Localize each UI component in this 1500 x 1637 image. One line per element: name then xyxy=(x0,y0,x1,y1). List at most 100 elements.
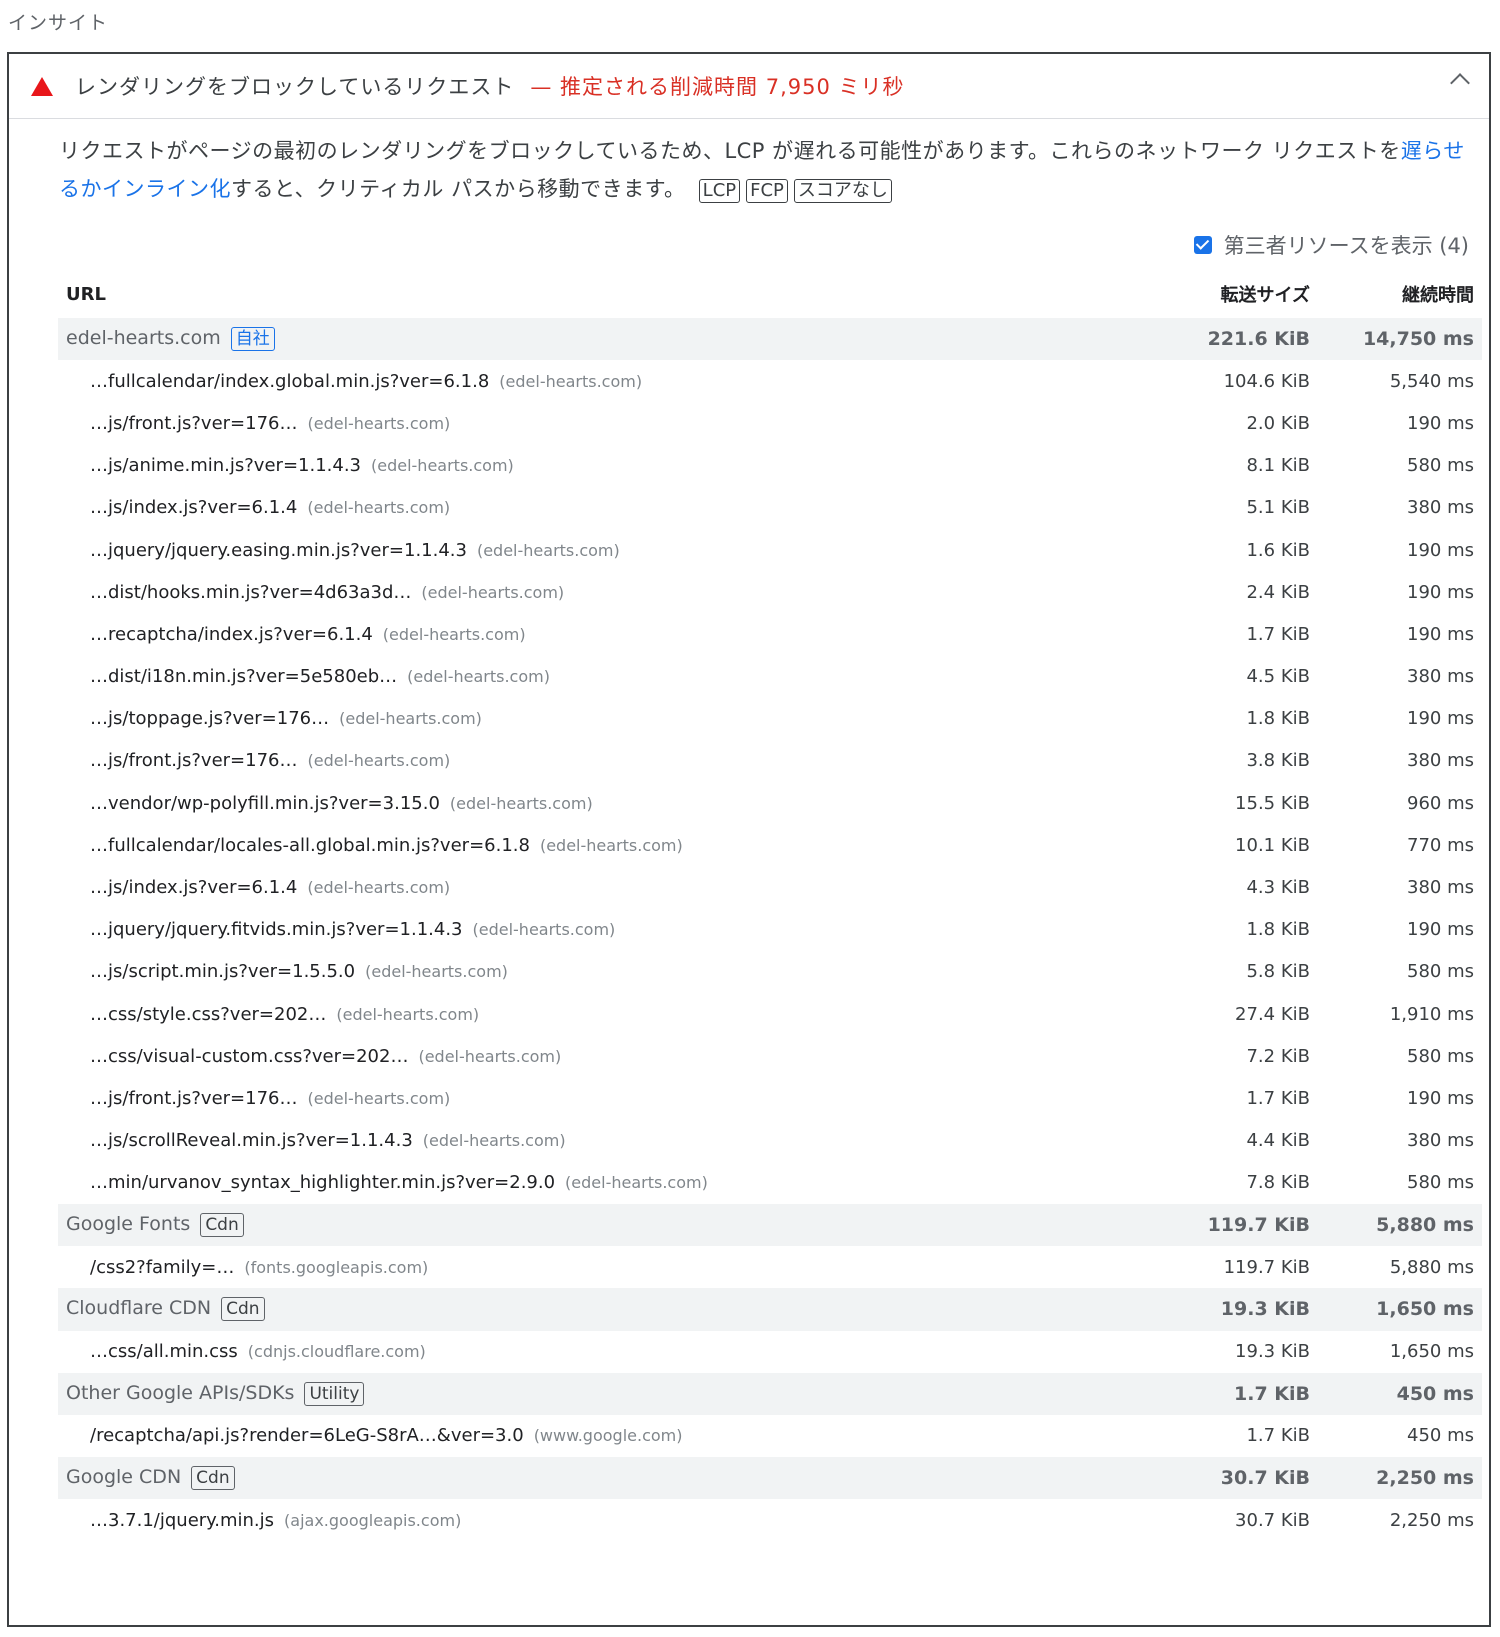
tag-fcp: FCP xyxy=(746,179,788,203)
transfer-size-cell: 1.7 KiB xyxy=(1246,623,1310,645)
request-url[interactable]: …min/urvanov_syntax_highlighter.min.js?v… xyxy=(90,1172,555,1193)
duration-cell: 190 ms xyxy=(1407,412,1474,434)
request-url[interactable]: …js/toppage.js?ver=176… xyxy=(90,708,329,729)
duration-cell: 450 ms xyxy=(1396,1382,1474,1405)
request-url[interactable]: /css2?family=… xyxy=(90,1257,234,1278)
duration-cell: 380 ms xyxy=(1407,750,1474,772)
table-row[interactable]: …js/script.min.js?ver=1.5.5.0 (edel-heart… xyxy=(58,951,1482,993)
request-host: (edel-hearts.com) xyxy=(336,1004,480,1024)
section-title: インサイト xyxy=(8,12,109,34)
request-host: (cdnjs.cloudflare.com) xyxy=(247,1342,426,1362)
duration-cell: 190 ms xyxy=(1407,623,1474,645)
checkbox-checked-icon[interactable] xyxy=(1193,236,1212,254)
table-row[interactable]: …fullcalendar/index.global.min.js?ver=6.… xyxy=(58,360,1482,402)
url-cell: …js/front.js?ver=176… (edel-hearts.com) xyxy=(58,750,1150,771)
request-host: (ajax.googleapis.com) xyxy=(284,1510,462,1530)
request-url[interactable]: …fullcalendar/index.global.min.js?ver=6.… xyxy=(90,371,489,392)
column-transfer-size: 転送サイズ xyxy=(1220,285,1310,306)
transfer-size-cell: 30.7 KiB xyxy=(1235,1509,1310,1531)
table-row[interactable]: …fullcalendar/locales-all.global.min.js?… xyxy=(58,824,1482,866)
request-url[interactable]: …jquery/jquery.easing.min.js?ver=1.1.4.3 xyxy=(90,540,467,561)
request-url[interactable]: …css/style.css?ver=202… xyxy=(90,1004,326,1025)
table-row[interactable]: …js/index.js?ver=6.1.4 (edel-hearts.com) 5… xyxy=(58,487,1482,529)
table-row[interactable]: /css2?family=… (fonts.googleapis.com) 119.… xyxy=(58,1246,1482,1288)
transfer-size-cell: 221.6 KiB xyxy=(1207,328,1310,351)
table-row[interactable]: …js/front.js?ver=176… (edel-hearts.com) 3.… xyxy=(58,740,1482,782)
request-host: (edel-hearts.com) xyxy=(449,793,593,813)
table-row[interactable]: …vendor/wp-polyfill.min.js?ver=3.15.0 (ed… xyxy=(58,782,1482,824)
transfer-size-cell: 8.1 KiB xyxy=(1246,455,1310,477)
entity-group-row: Google Fonts Cdn 119.7 KiB 5,880 ms xyxy=(58,1203,1482,1247)
duration-cell: 190 ms xyxy=(1407,539,1474,561)
transfer-size-cell: 27.4 KiB xyxy=(1235,1003,1310,1025)
entity-group-row: Other Google APIs/SDKs Utility 1.7 KiB 450 … xyxy=(58,1372,1482,1415)
table-row[interactable]: …css/visual-custom.css?ver=202… (edel-hea… xyxy=(58,1035,1482,1077)
duration-cell: 380 ms xyxy=(1407,497,1474,519)
request-url[interactable]: …js/anime.min.js?ver=1.1.4.3 xyxy=(90,455,361,476)
request-url[interactable]: …js/scrollReveal.min.js?ver=1.1.4.3 xyxy=(90,1130,413,1151)
transfer-size-cell: 5.1 KiB xyxy=(1246,497,1310,519)
chevron-up-icon[interactable] xyxy=(1450,73,1470,93)
entity-group-row: Cloudflare CDN Cdn 19.3 KiB 1,650 ms xyxy=(58,1288,1482,1331)
table-row[interactable]: …js/scrollReveal.min.js?ver=1.1.4.3 (edel… xyxy=(58,1120,1482,1162)
table-row[interactable]: …js/toppage.js?ver=176… (edel-hearts.com)… xyxy=(58,698,1482,740)
request-url[interactable]: …vendor/wp-polyfill.min.js?ver=3.15.0 xyxy=(90,793,440,814)
duration-cell: 190 ms xyxy=(1407,919,1474,941)
request-url[interactable]: …js/index.js?ver=6.1.4 xyxy=(90,877,297,898)
duration-cell: 960 ms xyxy=(1407,792,1474,814)
table-row[interactable]: …dist/hooks.min.js?ver=4d63a3d… (edel-hea… xyxy=(58,571,1482,613)
request-url[interactable]: …dist/i18n.min.js?ver=5e580eb… xyxy=(90,666,397,687)
transfer-size-cell: 1.7 KiB xyxy=(1234,1382,1310,1405)
request-url[interactable]: …fullcalendar/locales-all.global.min.js?… xyxy=(90,835,530,856)
table-row[interactable]: …js/front.js?ver=176… (edel-hearts.com) 1.… xyxy=(58,1077,1482,1119)
table-row[interactable]: /recaptcha/api.js?render=6LeG-S8rA…&ver=… xyxy=(58,1415,1482,1457)
url-cell: /recaptcha/api.js?render=6LeG-S8rA…&ver=… xyxy=(58,1425,1150,1446)
request-url[interactable]: …js/front.js?ver=176… xyxy=(90,1088,297,1109)
duration-cell: 380 ms xyxy=(1407,877,1474,899)
entity-badge: Cdn xyxy=(200,1213,244,1238)
duration-cell: 580 ms xyxy=(1407,1045,1474,1067)
table-row[interactable]: …jquery/jquery.fitvids.min.js?ver=1.1.4.… xyxy=(58,909,1482,951)
entity-name: Other Google APIs/SDKs xyxy=(66,1381,295,1404)
request-url[interactable]: …css/all.min.css xyxy=(90,1341,238,1362)
url-cell: …js/index.js?ver=6.1.4 (edel-hearts.com) xyxy=(58,877,1150,898)
request-url[interactable]: …js/front.js?ver=176… xyxy=(90,413,297,434)
url-cell: …vendor/wp-polyfill.min.js?ver=3.15.0 (ed… xyxy=(58,793,1150,814)
table-row[interactable]: …css/all.min.css (cdnjs.cloudflare.com) 19… xyxy=(58,1331,1482,1373)
request-url[interactable]: …js/index.js?ver=6.1.4 xyxy=(90,497,297,518)
audit-header[interactable]: レンダリングをブロックしているリクエスト — 推定される削減時間 7,950 ミ… xyxy=(9,54,1489,119)
table-row[interactable]: …dist/i18n.min.js?ver=5e580eb… (edel-hear… xyxy=(58,656,1482,698)
table-row[interactable]: …js/index.js?ver=6.1.4 (edel-hearts.com) 4… xyxy=(58,866,1482,908)
request-host: (edel-hearts.com) xyxy=(499,371,643,391)
third-party-toggle[interactable]: 第三者リソースを表示 (4) xyxy=(1193,230,1469,260)
url-cell: …js/toppage.js?ver=176… (edel-hearts.com) xyxy=(58,708,1150,729)
table-row[interactable]: …jquery/jquery.easing.min.js?ver=1.1.4.3… xyxy=(58,529,1482,571)
entity-badge: Cdn xyxy=(221,1297,265,1322)
table-row[interactable]: …3.7.1/jquery.min.js (ajax.googleapis.com… xyxy=(58,1499,1482,1541)
audit-description: リクエストがページの最初のレンダリングをブロックしているため、LCP が遅れる可… xyxy=(59,132,1479,208)
table-row[interactable]: …css/style.css?ver=202… (edel-hearts.com)… xyxy=(58,993,1482,1035)
request-url[interactable]: …js/script.min.js?ver=1.5.5.0 xyxy=(90,961,355,982)
url-cell: …js/front.js?ver=176… (edel-hearts.com) xyxy=(58,413,1150,434)
transfer-size-cell: 1.8 KiB xyxy=(1246,919,1310,941)
request-host: (edel-hearts.com) xyxy=(307,1088,451,1108)
transfer-size-cell: 119.7 KiB xyxy=(1207,1214,1310,1237)
request-url[interactable]: …3.7.1/jquery.min.js xyxy=(90,1510,274,1531)
url-cell: …min/urvanov_syntax_highlighter.min.js?v… xyxy=(58,1172,1150,1193)
table-row[interactable]: …js/front.js?ver=176… (edel-hearts.com) 2.… xyxy=(58,402,1482,444)
table-row[interactable]: …recaptcha/index.js?ver=6.1.4 (edel-heart… xyxy=(58,613,1482,655)
table-row[interactable]: …js/anime.min.js?ver=1.1.4.3 (edel-hearts… xyxy=(58,445,1482,487)
url-cell: …css/style.css?ver=202… (edel-hearts.com) xyxy=(58,1004,1150,1025)
request-host: (edel-hearts.com) xyxy=(565,1173,708,1193)
request-host: (edel-hearts.com) xyxy=(476,540,620,560)
table-row[interactable]: …min/urvanov_syntax_highlighter.min.js?v… xyxy=(58,1162,1482,1204)
request-url[interactable]: …css/visual-custom.css?ver=202… xyxy=(90,1046,408,1067)
request-url[interactable]: …js/front.js?ver=176… xyxy=(90,750,297,771)
request-url[interactable]: …recaptcha/index.js?ver=6.1.4 xyxy=(90,624,373,645)
request-url[interactable]: …jquery/jquery.fitvids.min.js?ver=1.1.4.… xyxy=(90,919,463,940)
request-url[interactable]: …dist/hooks.min.js?ver=4d63a3d… xyxy=(90,582,411,603)
url-cell: edel-hearts.com 自社 xyxy=(58,327,1150,352)
request-url[interactable]: /recaptcha/api.js?render=6LeG-S8rA…&ver=… xyxy=(90,1425,524,1446)
url-cell: Other Google APIs/SDKs Utility xyxy=(58,1381,1150,1406)
url-cell: …fullcalendar/index.global.min.js?ver=6.… xyxy=(58,371,1150,392)
